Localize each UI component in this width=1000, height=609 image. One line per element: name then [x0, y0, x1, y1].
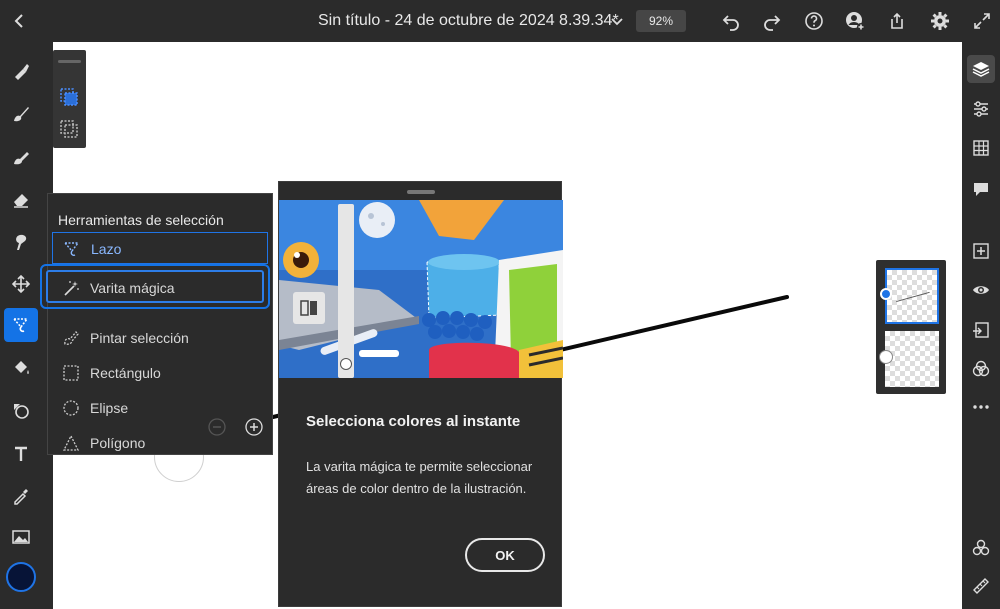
document-title[interactable]: Sin título - 24 de octubre de 2024 8.39.… — [318, 12, 619, 30]
tip-body: La varita mágica te permite seleccionar … — [306, 459, 533, 496]
image-icon[interactable] — [4, 520, 38, 554]
lasso-icon — [63, 240, 81, 258]
add-user-icon[interactable] — [845, 11, 865, 31]
selection-tools-menu: Herramientas de selección Lazo Pintar se… — [47, 193, 273, 455]
menu-item-ellipse[interactable]: Elipse — [52, 392, 268, 424]
adjustments-icon[interactable] — [967, 95, 995, 123]
selection-subtools — [53, 50, 86, 148]
more-icon[interactable] — [967, 393, 995, 421]
vector-brush-icon[interactable] — [4, 140, 38, 174]
blend-icon[interactable] — [967, 355, 995, 383]
compare-handle-icon[interactable] — [293, 292, 325, 324]
menu-item-label: Pintar selección — [90, 330, 189, 346]
share-icon[interactable] — [887, 11, 907, 31]
menu-item-polygon[interactable]: Polígono — [52, 427, 268, 459]
text-icon[interactable] — [4, 437, 38, 471]
redo-icon[interactable] — [762, 11, 782, 31]
eyedropper-icon[interactable] — [4, 479, 38, 513]
color-swatch[interactable] — [6, 562, 36, 592]
top-bar: Sin título - 24 de octubre de 2024 8.39.… — [0, 0, 1000, 42]
visibility-icon[interactable] — [967, 276, 995, 304]
add-layer-icon[interactable] — [967, 237, 995, 265]
pixel-brush-icon[interactable] — [4, 54, 38, 88]
help-icon[interactable] — [804, 11, 824, 31]
smudge-icon[interactable] — [4, 225, 38, 259]
tip-illustration — [279, 200, 563, 378]
ellipse-select-icon — [62, 399, 80, 417]
panel-grip[interactable] — [58, 60, 81, 63]
import-icon[interactable] — [967, 316, 995, 344]
comments-icon[interactable] — [967, 175, 995, 203]
right-toolbar — [962, 42, 1000, 609]
tip-title: Selecciona colores al instante — [306, 413, 521, 430]
undo-icon[interactable] — [721, 11, 741, 31]
menu-item-label: Rectángulo — [90, 365, 161, 381]
layers-icon[interactable] — [967, 55, 995, 83]
left-toolbar — [0, 42, 42, 609]
menu-title: Herramientas de selección — [58, 212, 224, 228]
zoom-level[interactable]: 92% — [636, 10, 686, 32]
ok-button[interactable]: OK — [465, 538, 545, 572]
live-brush-icon[interactable] — [4, 97, 38, 131]
add-point-icon[interactable] — [245, 418, 263, 436]
magic-wand-highlight: Varita mágica — [46, 270, 264, 303]
paint-selection-icon — [62, 329, 80, 347]
menu-item-label: Elipse — [90, 400, 129, 416]
layer-thumbnail[interactable] — [885, 331, 939, 387]
grid-icon[interactable] — [967, 134, 995, 162]
menu-item-label: Varita mágica — [90, 280, 175, 296]
selection-icon[interactable] — [4, 308, 38, 342]
menu-item-label: Lazo — [91, 241, 122, 257]
layers-panel — [876, 260, 946, 394]
popup-grip[interactable] — [407, 190, 435, 194]
rectangle-select-icon — [62, 364, 80, 382]
move-icon[interactable] — [4, 267, 38, 301]
subtract-selection-icon[interactable] — [58, 118, 80, 140]
layer-thumbnail[interactable] — [885, 268, 939, 324]
menu-item-paint-selection[interactable]: Pintar selección — [52, 322, 268, 354]
menu-item-label: Polígono — [90, 435, 146, 451]
magic-wand-icon — [62, 279, 80, 297]
menu-item-rectangle[interactable]: Rectángulo — [52, 357, 268, 389]
slider-thumb[interactable] — [340, 358, 352, 370]
menu-item-magic-wand[interactable]: Varita mágica — [40, 264, 270, 309]
new-selection-icon[interactable] — [58, 86, 80, 108]
image-layer-icon — [879, 350, 893, 364]
polygon-select-icon — [62, 434, 80, 452]
active-layer-indicator — [880, 288, 892, 300]
eraser-icon[interactable] — [4, 182, 38, 216]
tip-popup: Selecciona colores al instante La varita… — [278, 181, 563, 607]
settings-icon[interactable] — [930, 11, 950, 31]
slider-track[interactable] — [338, 204, 354, 378]
back-icon[interactable] — [10, 11, 30, 31]
fullscreen-icon[interactable] — [972, 11, 992, 31]
remove-point-icon[interactable] — [208, 418, 226, 436]
chevron-down-icon[interactable] — [609, 13, 625, 29]
libraries-icon[interactable] — [967, 534, 995, 562]
ruler-icon[interactable] — [967, 572, 995, 600]
menu-item-lasso[interactable]: Lazo — [52, 232, 268, 264]
shape-icon[interactable] — [4, 394, 38, 428]
fill-icon[interactable] — [4, 351, 38, 385]
